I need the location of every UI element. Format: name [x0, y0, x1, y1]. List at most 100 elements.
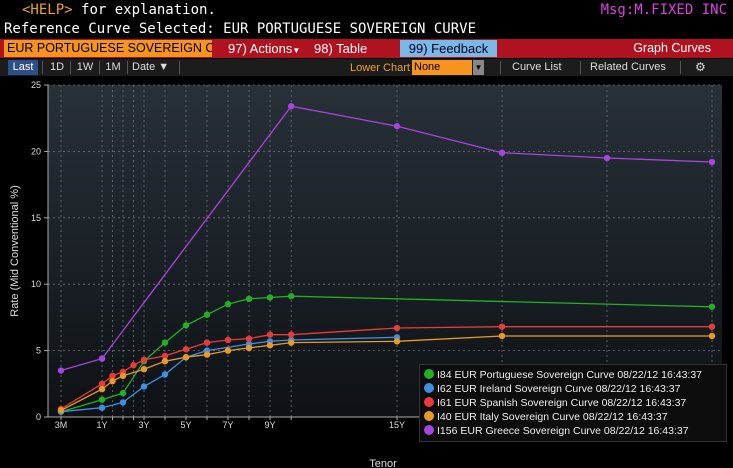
data-point[interactable]: [287, 339, 295, 346]
divider: [179, 61, 180, 74]
data-point[interactable]: [119, 399, 127, 406]
data-point[interactable]: [603, 154, 611, 162]
legend-item[interactable]: I61 EUR Spanish Sovereign Curve 08/22/12…: [424, 397, 686, 410]
series-dot-icon: [424, 411, 434, 422]
data-point[interactable]: [708, 323, 716, 330]
legend-item[interactable]: I40 EUR Italy Sovereign Curve 08/22/12 1…: [424, 411, 668, 424]
data-point[interactable]: [161, 371, 169, 378]
period-1w-tab[interactable]: 1W: [75, 60, 95, 75]
lower-chart-dropdown-icon[interactable]: ▼: [473, 60, 484, 75]
related-curves-button[interactable]: Related Curves: [590, 60, 666, 75]
data-point[interactable]: [708, 332, 716, 340]
main-toolbar: EUR PORTUGUESE SOVEREIGN CUR 97) Actions…: [0, 39, 733, 58]
data-point[interactable]: [140, 365, 148, 373]
lower-chart-label: Lower Chart: [350, 62, 410, 74]
data-point[interactable]: [393, 122, 401, 130]
legend-item[interactable]: I156 EUR Greece Sovereign Curve 08/22/12…: [424, 425, 689, 438]
data-point[interactable]: [224, 300, 232, 308]
legend-label: I62 EUR Ireland Sovereign Curve 08/22/12…: [437, 383, 681, 395]
y-tick-label: 0: [36, 412, 41, 422]
data-point[interactable]: [57, 367, 65, 374]
divider: [70, 61, 71, 74]
data-point[interactable]: [287, 331, 295, 338]
legend-item[interactable]: I62 EUR Ireland Sovereign Curve 08/22/12…: [424, 383, 680, 396]
divider: [99, 61, 100, 74]
data-point[interactable]: [708, 158, 716, 166]
divider: [580, 61, 581, 74]
x-tick-label: 5Y: [180, 420, 191, 430]
date-dropdown[interactable]: Date ▼: [132, 60, 176, 75]
x-tick-label: 3Y: [138, 420, 149, 430]
lower-chart-select[interactable]: None: [412, 60, 472, 75]
data-point[interactable]: [161, 339, 169, 346]
actions-menu-button[interactable]: 97) Actions▼: [228, 40, 300, 57]
x-tick-label: 9Y: [264, 420, 275, 430]
dropdown-arrow-icon: ▼: [292, 46, 301, 55]
data-point[interactable]: [182, 322, 190, 329]
data-point[interactable]: [98, 355, 106, 362]
divider: [42, 61, 43, 74]
data-point[interactable]: [203, 339, 211, 346]
reference-curve-input[interactable]: EUR PORTUGUESE SOVEREIGN CUR: [4, 40, 212, 57]
help-text: for explanation.: [81, 2, 216, 18]
help-key[interactable]: <HELP>: [22, 2, 73, 18]
data-point[interactable]: [109, 377, 116, 385]
data-point[interactable]: [98, 396, 106, 403]
data-point[interactable]: [203, 351, 211, 358]
legend-item[interactable]: I84 EUR Portuguese Sovereign Curve 08/22…: [424, 369, 702, 382]
data-point[interactable]: [182, 346, 190, 353]
graph-curves-title: Graph Curves: [633, 41, 711, 55]
legend-label: I84 EUR Portuguese Sovereign Curve 08/22…: [437, 369, 703, 381]
data-point[interactable]: [245, 344, 253, 352]
data-point[interactable]: [287, 292, 295, 300]
data-point[interactable]: [393, 338, 401, 345]
data-point[interactable]: [245, 335, 253, 342]
data-point[interactable]: [140, 356, 148, 364]
data-point[interactable]: [266, 294, 274, 301]
y-tick-label: 10: [31, 279, 41, 289]
data-point[interactable]: [119, 372, 127, 380]
period-1d-tab[interactable]: 1D: [48, 60, 66, 75]
data-point[interactable]: [140, 383, 148, 390]
y-tick-label: 20: [31, 146, 41, 156]
data-point[interactable]: [708, 303, 716, 310]
data-point[interactable]: [266, 342, 274, 349]
divider: [680, 61, 681, 74]
data-point[interactable]: [161, 358, 169, 365]
y-tick-label: 15: [31, 213, 41, 223]
data-point[interactable]: [119, 389, 127, 397]
data-point[interactable]: [182, 354, 190, 361]
data-point[interactable]: [57, 407, 65, 414]
data-point[interactable]: [498, 323, 506, 330]
x-tick-label: 7Y: [222, 420, 233, 430]
y-tick-label: 25: [31, 80, 41, 90]
data-point[interactable]: [203, 311, 211, 318]
data-point[interactable]: [130, 362, 137, 369]
data-point[interactable]: [393, 324, 401, 332]
feedback-button[interactable]: 99) Feedback: [400, 40, 497, 57]
settings-gear-icon[interactable]: ⚙: [695, 60, 706, 75]
period-1m-tab[interactable]: 1M: [104, 60, 122, 75]
legend-label: I61 EUR Spanish Sovereign Curve 08/22/12…: [437, 397, 687, 409]
chart-legend: I84 EUR Portuguese Sovereign Curve 08/22…: [419, 364, 727, 442]
actions-label: 97) Actions: [228, 41, 293, 56]
curve-list-button[interactable]: Curve List: [512, 60, 562, 75]
data-point[interactable]: [266, 331, 274, 338]
data-point[interactable]: [224, 336, 232, 344]
legend-label: I156 EUR Greece Sovereign Curve 08/22/12…: [437, 425, 689, 437]
message-indicator[interactable]: Msg:M.FIXED INC: [601, 0, 727, 20]
data-point[interactable]: [98, 404, 106, 411]
data-point[interactable]: [498, 149, 506, 156]
data-point[interactable]: [287, 103, 295, 110]
period-last-tab[interactable]: Last: [8, 60, 38, 75]
y-tick-label: 5: [36, 346, 41, 356]
series-dot-icon: [424, 383, 434, 394]
data-point[interactable]: [98, 385, 106, 393]
x-tick-label: 15Y: [389, 420, 405, 430]
data-point[interactable]: [245, 295, 253, 303]
table-button[interactable]: 98) Table: [314, 40, 367, 57]
data-point[interactable]: [498, 332, 506, 340]
x-tick-label: 3M: [55, 420, 68, 430]
data-point[interactable]: [224, 347, 232, 354]
y-axis-label: Rate (Mid Conventional %): [9, 185, 21, 316]
